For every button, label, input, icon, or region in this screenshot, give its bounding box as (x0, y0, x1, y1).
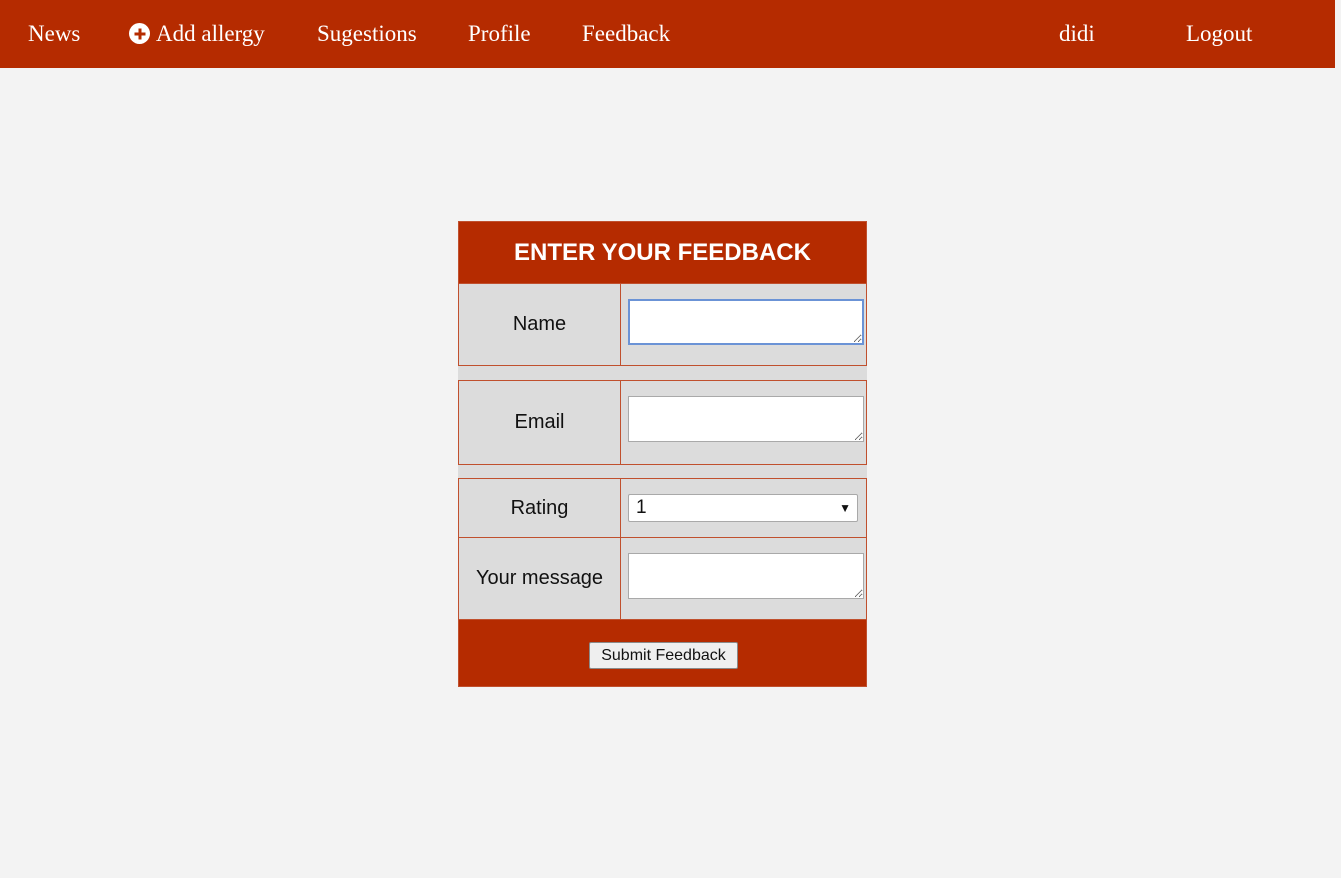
form-title: ENTER YOUR FEEDBACK (458, 221, 867, 284)
name-label: Name (459, 284, 621, 365)
nav-username-link[interactable]: didi (1059, 0, 1095, 68)
top-navbar: News Add allergy Sugestions Profile Feed… (0, 0, 1335, 68)
feedback-form: ENTER YOUR FEEDBACK Name Email Rating 1 … (458, 221, 867, 687)
message-label: Your message (459, 538, 621, 619)
name-field[interactable] (628, 299, 864, 345)
message-field[interactable] (628, 553, 864, 599)
email-row: Email (458, 380, 867, 465)
nav-logout-link[interactable]: Logout (1186, 0, 1252, 68)
nav-news-link[interactable]: News (28, 0, 80, 68)
rating-selected-value: 1 (636, 497, 647, 518)
dropdown-arrow-icon: ▼ (839, 501, 851, 515)
nav-add-allergy-label: Add allergy (156, 21, 265, 46)
submit-feedback-button[interactable]: Submit Feedback (589, 642, 738, 669)
rating-row: Rating 1 ▼ (458, 478, 867, 538)
nav-suggestions-link[interactable]: Sugestions (317, 0, 417, 68)
email-field[interactable] (628, 396, 864, 442)
nav-profile-link[interactable]: Profile (468, 0, 531, 68)
plus-circle-icon (129, 23, 150, 44)
rating-select[interactable]: 1 ▼ (628, 494, 858, 522)
message-row: Your message (458, 537, 867, 620)
name-row: Name (458, 283, 867, 366)
email-label: Email (459, 381, 621, 464)
nav-feedback-link[interactable]: Feedback (582, 0, 670, 68)
form-footer: Submit Feedback (458, 620, 867, 687)
rating-label: Rating (459, 479, 621, 537)
nav-add-allergy-link[interactable]: Add allergy (129, 0, 265, 68)
